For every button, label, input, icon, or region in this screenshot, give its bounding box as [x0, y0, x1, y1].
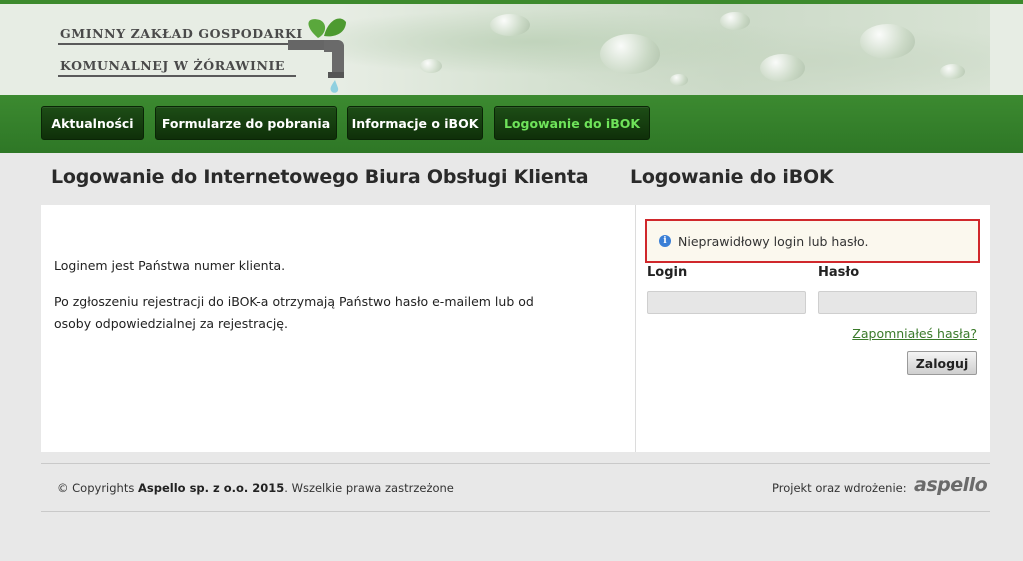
page-title: Logowanie do Internetowego Biura Obsługi…: [51, 166, 589, 188]
footer-project-label: Projekt oraz wdrożenie:: [772, 481, 907, 495]
company-logo[interactable]: GMINNY ZAKŁAD GOSPODARKI KOMUNALNEJ W ŻÓ…: [56, 18, 346, 93]
header-water-drops-background: [340, 4, 990, 95]
info-paragraph-2: Po zgłoszeniu rejestracji do iBOK-a otrz…: [54, 294, 534, 331]
nav-item-logowanie[interactable]: Logowanie do iBOK: [494, 106, 650, 140]
aspello-logo[interactable]: aspello: [914, 474, 988, 496]
nav-item-formularze[interactable]: Formularze do pobrania: [155, 106, 337, 140]
footer-copyright: © Copyrights Aspello sp. z o.o. 2015. Ws…: [57, 481, 454, 495]
info-paragraph-1: Loginem jest Państwa numer klienta.: [54, 258, 286, 273]
content-panel: Loginem jest Państwa numer klienta. Po z…: [41, 205, 990, 452]
login-label: Login: [647, 265, 688, 280]
footer-divider-bottom: [41, 511, 990, 512]
info-icon: i: [659, 235, 671, 247]
logo-text-line2: KOMUNALNEJ W ŻÓRAWINIE: [60, 58, 286, 73]
site-header: GMINNY ZAKŁAD GOSPODARKI KOMUNALNEJ W ŻÓ…: [0, 0, 1023, 95]
login-input[interactable]: [647, 291, 806, 314]
nav-item-aktualnosci[interactable]: Aktualności: [41, 106, 144, 140]
error-alert-text: Nieprawidłowy login lub hasło.: [678, 233, 869, 249]
column-divider: [635, 205, 636, 452]
password-label: Hasło: [818, 265, 860, 280]
copyright-rights: . Wszelkie prawa zastrzeżone: [284, 481, 454, 495]
copyright-prefix: © Copyrights: [57, 481, 138, 495]
footer-divider-top: [41, 463, 990, 464]
nav-item-informacje[interactable]: Informacje o iBOK: [347, 106, 483, 140]
forgot-password-link[interactable]: Zapomniałeś hasła?: [852, 326, 977, 341]
copyright-company: Aspello sp. z o.o. 2015: [138, 481, 285, 495]
logo-text-line1: GMINNY ZAKŁAD GOSPODARKI: [60, 26, 303, 41]
error-alert: i Nieprawidłowy login lub hasło.: [645, 219, 980, 263]
login-section-title: Logowanie do iBOK: [630, 166, 834, 188]
login-button[interactable]: Zaloguj: [907, 351, 977, 375]
password-input[interactable]: [818, 291, 977, 314]
main-navigation: Aktualności Formularze do pobrania Infor…: [0, 95, 1023, 153]
